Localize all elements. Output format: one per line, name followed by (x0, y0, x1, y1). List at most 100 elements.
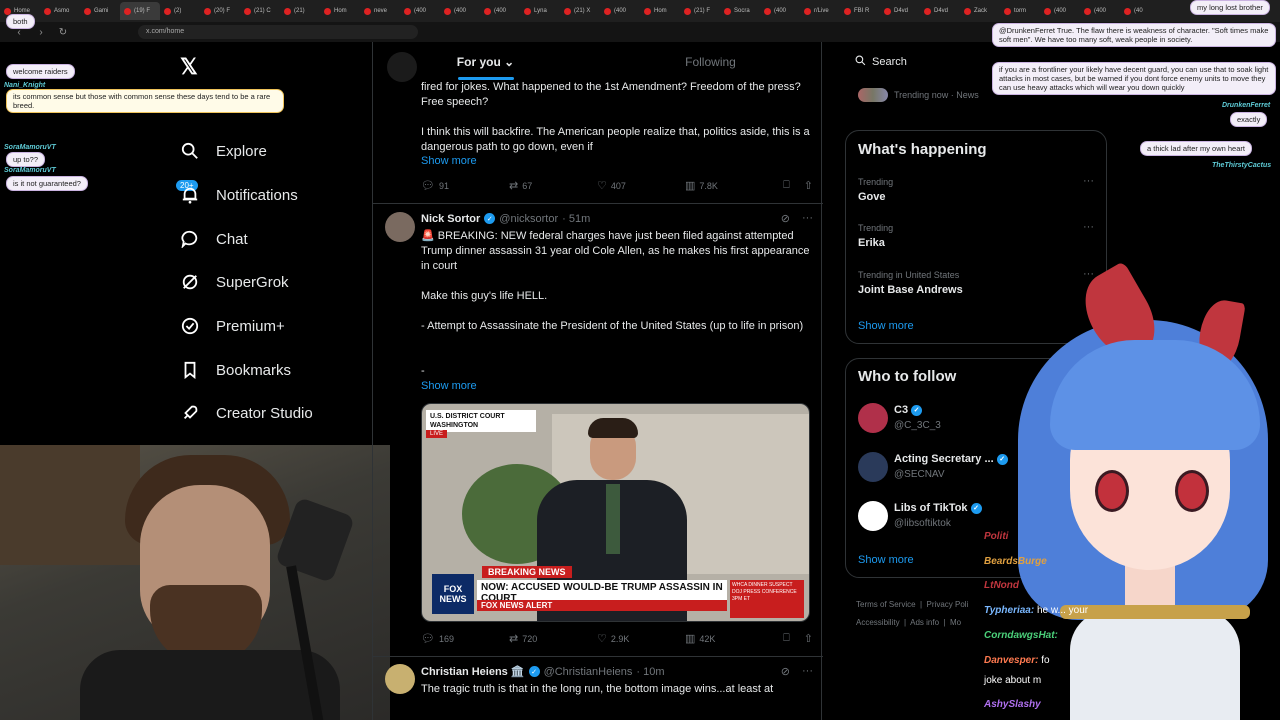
nav-notifications[interactable]: Notifications (180, 180, 298, 210)
divider (373, 656, 823, 657)
trend-meta: Trending (858, 223, 894, 233)
follow-name[interactable]: Libs of TikTok ✓ (894, 502, 982, 514)
nav-supergrok[interactable]: SuperGrok (180, 267, 289, 297)
bookmark-icon[interactable]: ⎕ (783, 179, 790, 192)
nav-chat[interactable]: Chat (180, 224, 248, 254)
browser-tab[interactable]: FBI R (840, 2, 880, 20)
tab-label: (400 (774, 8, 787, 14)
browser-tab[interactable]: (400 (440, 2, 480, 20)
browser-tab[interactable]: Hom (320, 2, 360, 20)
avatar[interactable] (858, 403, 888, 433)
views-button[interactable]: ▥ 7.8K (685, 179, 773, 192)
avatar[interactable] (858, 452, 888, 482)
browser-tab[interactable]: (19) F (120, 2, 160, 20)
divider (373, 203, 823, 204)
search-input[interactable]: Search (845, 50, 1005, 74)
nav-bookmarks[interactable]: Bookmarks (180, 355, 291, 385)
reload-icon[interactable]: ↻ (56, 27, 70, 38)
browser-tab[interactable]: (400 (600, 2, 640, 20)
avatar[interactable] (385, 212, 415, 242)
browser-tab[interactable]: (21) X (560, 2, 600, 20)
footer-link[interactable]: Ads info (910, 618, 939, 627)
forward-icon[interactable]: › (34, 27, 48, 38)
follow-name[interactable]: C3 ✓ (894, 404, 923, 416)
browser-tab[interactable]: (21) (280, 2, 320, 20)
more-icon[interactable]: ··· (802, 212, 813, 225)
browser-tab[interactable]: Zack (960, 2, 1000, 20)
search-icon (180, 141, 200, 161)
more-icon[interactable]: ··· (1083, 175, 1094, 187)
trend-name[interactable]: Erika (858, 237, 885, 249)
browser-tab[interactable]: Lyna (520, 2, 560, 20)
show-more-link[interactable]: Show more (421, 380, 477, 392)
author-handle[interactable]: @nicksortor (499, 213, 558, 225)
premium-icon (180, 316, 200, 336)
show-more-link[interactable]: Show more (858, 554, 914, 566)
browser-tab[interactable]: (2) (160, 2, 200, 20)
nav-creator-studio[interactable]: Creator Studio (180, 398, 313, 428)
follow-name[interactable]: Acting Secretary ... ✓ (894, 453, 1008, 465)
chat-username: Nani_Knight (4, 82, 46, 89)
browser-tab[interactable]: Socra (720, 2, 760, 20)
like-button[interactable]: ♡ 2.9K (597, 632, 685, 645)
author-name[interactable]: Nick Sortor (421, 213, 480, 225)
avatar[interactable] (385, 664, 415, 694)
tab-following[interactable]: Following (598, 42, 823, 82)
footer-link[interactable]: Terms of Service (856, 600, 916, 609)
browser-tab[interactable]: (20) F (200, 2, 240, 20)
browser-tab[interactable]: r/Live (800, 2, 840, 20)
trending-now[interactable]: Trending now · News (858, 88, 979, 102)
grok-icon[interactable]: ⊘ (781, 212, 790, 225)
share-icon[interactable]: ⇧ (804, 179, 813, 192)
browser-tab[interactable]: (400 (480, 2, 520, 20)
browser-tab[interactable]: (40 (1120, 2, 1160, 20)
browser-tab[interactable]: (400 (1040, 2, 1080, 20)
tweet-media[interactable]: U.S. DISTRICT COURT WASHINGTON LIVE BREA… (421, 403, 810, 622)
browser-tab[interactable]: Gami (80, 2, 120, 20)
browser-tab[interactable]: D4vd (880, 2, 920, 20)
more-icon[interactable]: ··· (802, 665, 813, 678)
verified-icon: ✓ (911, 404, 923, 416)
browser-tab[interactable]: (21) C (240, 2, 280, 20)
like-button[interactable]: ♡ 407 (597, 179, 685, 192)
browser-tab[interactable]: D4vd (920, 2, 960, 20)
bell-icon (180, 185, 200, 205)
trend-name[interactable]: Joint Base Andrews (858, 284, 963, 296)
show-more-link[interactable]: Show more (858, 320, 914, 332)
address-field[interactable]: x.com/home (138, 25, 418, 39)
x-logo[interactable]: 𝕏 (180, 54, 198, 80)
bookmark-icon[interactable]: ⎕ (783, 632, 790, 645)
reply-button[interactable]: 💬︎ 91 (421, 179, 509, 192)
avatar[interactable] (858, 501, 888, 531)
author-name[interactable]: Christian Heiens 🏛️ (421, 665, 525, 678)
grok-icon[interactable]: ⊘ (781, 665, 790, 678)
reply-button[interactable]: 💬︎ 169 (421, 632, 509, 645)
chat-username: DrunkenFerret (1222, 102, 1271, 109)
repost-button[interactable]: ⇄ 720 (509, 632, 597, 645)
side-chat-line: CorndawgsHat: (984, 630, 1058, 641)
browser-tab[interactable]: (400 (400, 2, 440, 20)
share-icon[interactable]: ⇧ (804, 632, 813, 645)
tab-for-you[interactable]: For you ⌄ (373, 42, 598, 82)
breaking-news-label: BREAKING NEWS (482, 566, 572, 578)
browser-tab[interactable]: (400 (1080, 2, 1120, 20)
nav-explore[interactable]: Explore (180, 136, 267, 166)
browser-tab[interactable]: neve (360, 2, 400, 20)
browser-tab[interactable]: Asmo (40, 2, 80, 20)
repost-button[interactable]: ⇄ 67 (509, 179, 597, 192)
more-icon[interactable]: ··· (1083, 221, 1094, 233)
browser-tab[interactable]: Hom (640, 2, 680, 20)
nav-premium[interactable]: Premium+ (180, 311, 285, 341)
footer-link[interactable]: Privacy Poli (927, 600, 969, 609)
browser-tab[interactable]: (21) F (680, 2, 720, 20)
show-more-link[interactable]: Show more (421, 155, 477, 167)
tab-favicon-icon (1004, 7, 1011, 15)
tab-favicon-icon (1124, 7, 1131, 15)
browser-tab[interactable]: (400 (760, 2, 800, 20)
footer-link[interactable]: Accessibility (856, 618, 900, 627)
views-button[interactable]: ▥ 42K (685, 632, 773, 645)
author-handle[interactable]: @ChristianHeiens (544, 666, 633, 678)
browser-tab[interactable]: torm (1000, 2, 1040, 20)
trend-name[interactable]: Gove (858, 191, 886, 203)
footer-link[interactable]: Mo (950, 618, 961, 627)
